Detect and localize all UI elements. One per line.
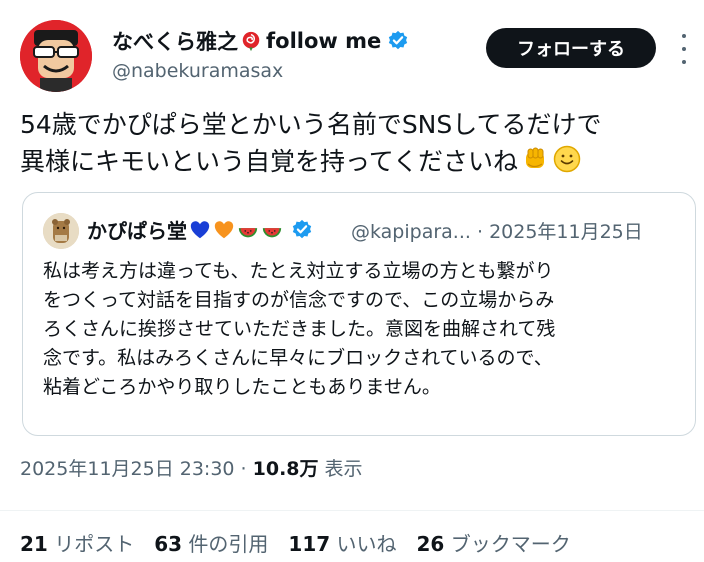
divider — [0, 510, 704, 511]
quoted-author-emojis — [189, 219, 315, 241]
stat-label: リポスト — [54, 532, 135, 556]
quoted-tweet[interactable]: かぴぱら堂 @kapipara... · 2025年11月25日 私は考え方は違… — [22, 192, 696, 436]
quoted-text-line: ろくさんに挨拶させていただきました。意図を曲解されて残 — [43, 318, 556, 340]
stat-count: 26 — [416, 532, 445, 556]
quoted-handle-date: @kapipara... · 2025年11月25日 — [351, 217, 643, 244]
stat-label: ブックマーク — [450, 532, 571, 556]
quoted-author-avatar[interactable] — [43, 213, 79, 249]
stat-label: いいね — [336, 532, 397, 556]
tweet-text: 54歳でかぴぱら堂とかいう名前でSNSしてるだけで 異様にキモいという自覚を持っ… — [20, 106, 690, 180]
quoted-text-line: 粘着どころかやり取りしたこともありません。 — [43, 376, 441, 398]
watermelon-emoji — [262, 227, 282, 237]
stat-reposts[interactable]: 21 リポスト — [20, 528, 134, 557]
author-avatar[interactable] — [20, 20, 92, 92]
quoted-author-name-row[interactable]: かぴぱら堂 — [87, 215, 315, 244]
author-display-suffix: follow me — [266, 29, 382, 53]
quoted-author-display-name: かぴぱら堂 — [87, 219, 187, 243]
smiling-face-emoji — [553, 145, 581, 173]
stat-count: 21 — [20, 532, 48, 556]
verified-badge-icon — [292, 219, 312, 238]
verified-badge-icon — [389, 30, 408, 50]
blue-heart-emoji — [190, 220, 210, 238]
quoted-text-line: をつくって対話を目指すのが信念ですので、この立場からみ — [43, 289, 555, 311]
quoted-text-line: 私は考え方は違っても、たとえ対立する立場の方とも繋がり — [43, 260, 554, 282]
tweet-text-line: 異様にキモいという自覚を持ってくださいね — [20, 147, 519, 176]
quoted-date[interactable]: · 2025年11月25日 — [477, 221, 643, 243]
quoted-tweet-text: 私は考え方は違っても、たとえ対立する立場の方とも繋がり をつくって対話を目指すの… — [43, 257, 683, 402]
stat-bookmarks[interactable]: 26 ブックマーク — [417, 528, 571, 557]
author-display-name: なべくら雅之 — [112, 30, 238, 54]
stat-label: 件の引用 — [188, 532, 269, 556]
follow-button[interactable]: フォローする — [486, 28, 656, 68]
views-label: 表示 — [318, 458, 363, 480]
rose-icon — [242, 31, 260, 52]
capybara-avatar-image — [43, 213, 79, 249]
stat-likes[interactable]: 117 いいね — [288, 528, 396, 557]
author-handle[interactable]: @nabekuramasax — [112, 60, 283, 82]
tweet-text-line: 54歳でかぴぱら堂とかいう名前でSNSしてるだけで — [20, 110, 602, 139]
quoted-text-line: 念です。私はみろくさんに早々にブロックされているので、 — [43, 347, 553, 369]
more-options-icon[interactable] — [674, 34, 694, 64]
author-name-row[interactable]: なべくら雅之 follow me — [112, 26, 409, 56]
engagement-stats: 21 リポスト 63 件の引用 117 いいね 26 ブックマーク — [20, 528, 591, 557]
tweet-text-line-with-emojis: 異様にキモいという自覚を持ってくださいね — [20, 143, 690, 180]
stat-quotes[interactable]: 63 件の引用 — [154, 528, 268, 557]
watermelon-emoji — [238, 227, 258, 237]
stat-count: 63 — [154, 532, 183, 556]
views-count: 10.8万 — [252, 458, 319, 480]
raised-fist-emoji — [526, 147, 545, 168]
orange-heart-emoji — [214, 220, 234, 238]
stat-count: 117 — [288, 532, 331, 556]
tweet-timestamp[interactable]: 2025年11月25日 23:30 · — [20, 458, 253, 480]
tweet-timestamp-row: 2025年11月25日 23:30 · 10.8万 表示 — [20, 454, 363, 481]
quoted-author-handle[interactable]: @kapipara... — [351, 221, 471, 243]
author-avatar-image — [20, 20, 92, 92]
